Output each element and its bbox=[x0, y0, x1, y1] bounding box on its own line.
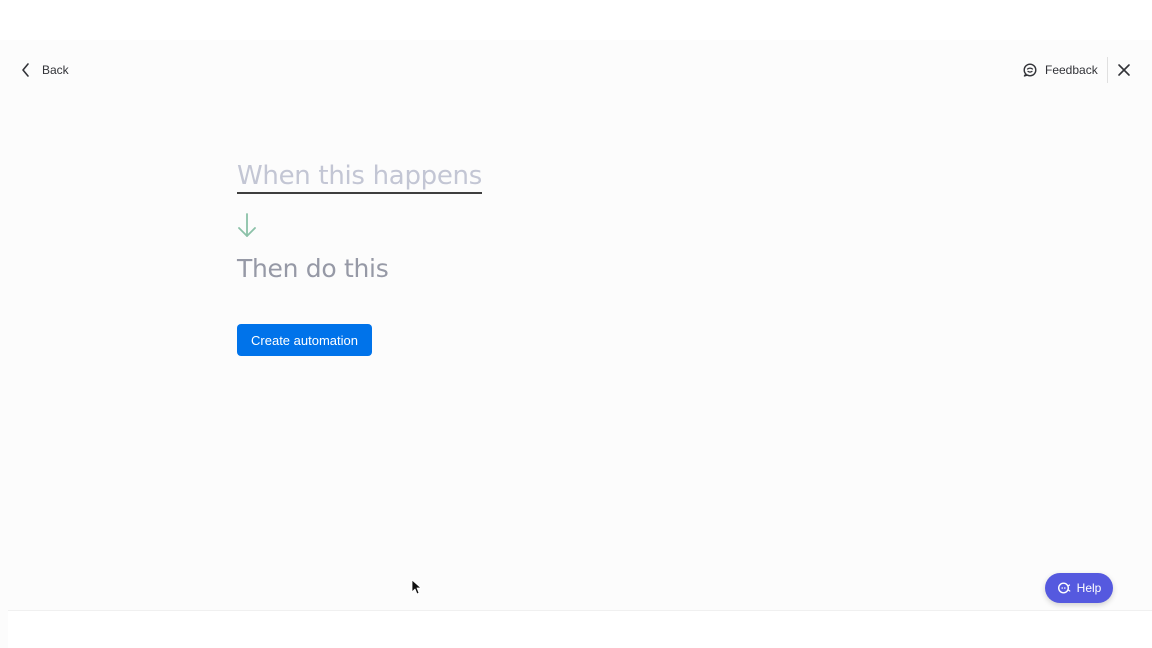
mouse-cursor-icon bbox=[411, 579, 421, 595]
arrow-down-icon bbox=[238, 213, 256, 237]
action-placeholder-link[interactable]: Then do this bbox=[237, 253, 389, 285]
header-divider bbox=[1107, 57, 1108, 83]
close-button[interactable] bbox=[1114, 60, 1134, 80]
back-label: Back bbox=[42, 63, 69, 77]
help-button[interactable]: Help bbox=[1045, 573, 1113, 603]
back-button[interactable]: Back bbox=[20, 58, 69, 82]
close-icon bbox=[1118, 64, 1130, 76]
feedback-button[interactable]: Feedback bbox=[1022, 58, 1098, 82]
trigger-placeholder-link[interactable]: When this happens bbox=[237, 160, 482, 194]
bottom-band bbox=[8, 610, 1152, 648]
help-label: Help bbox=[1076, 581, 1102, 595]
create-automation-button[interactable]: Create automation bbox=[237, 324, 372, 356]
chevron-left-icon bbox=[22, 63, 29, 77]
top-band bbox=[0, 0, 1152, 40]
chat-help-icon bbox=[1057, 582, 1071, 594]
feedback-label: Feedback bbox=[1045, 63, 1098, 77]
automation-center-page: Back Feedback When this happens Then do … bbox=[0, 0, 1152, 648]
chat-bubble-icon bbox=[1023, 63, 1037, 77]
